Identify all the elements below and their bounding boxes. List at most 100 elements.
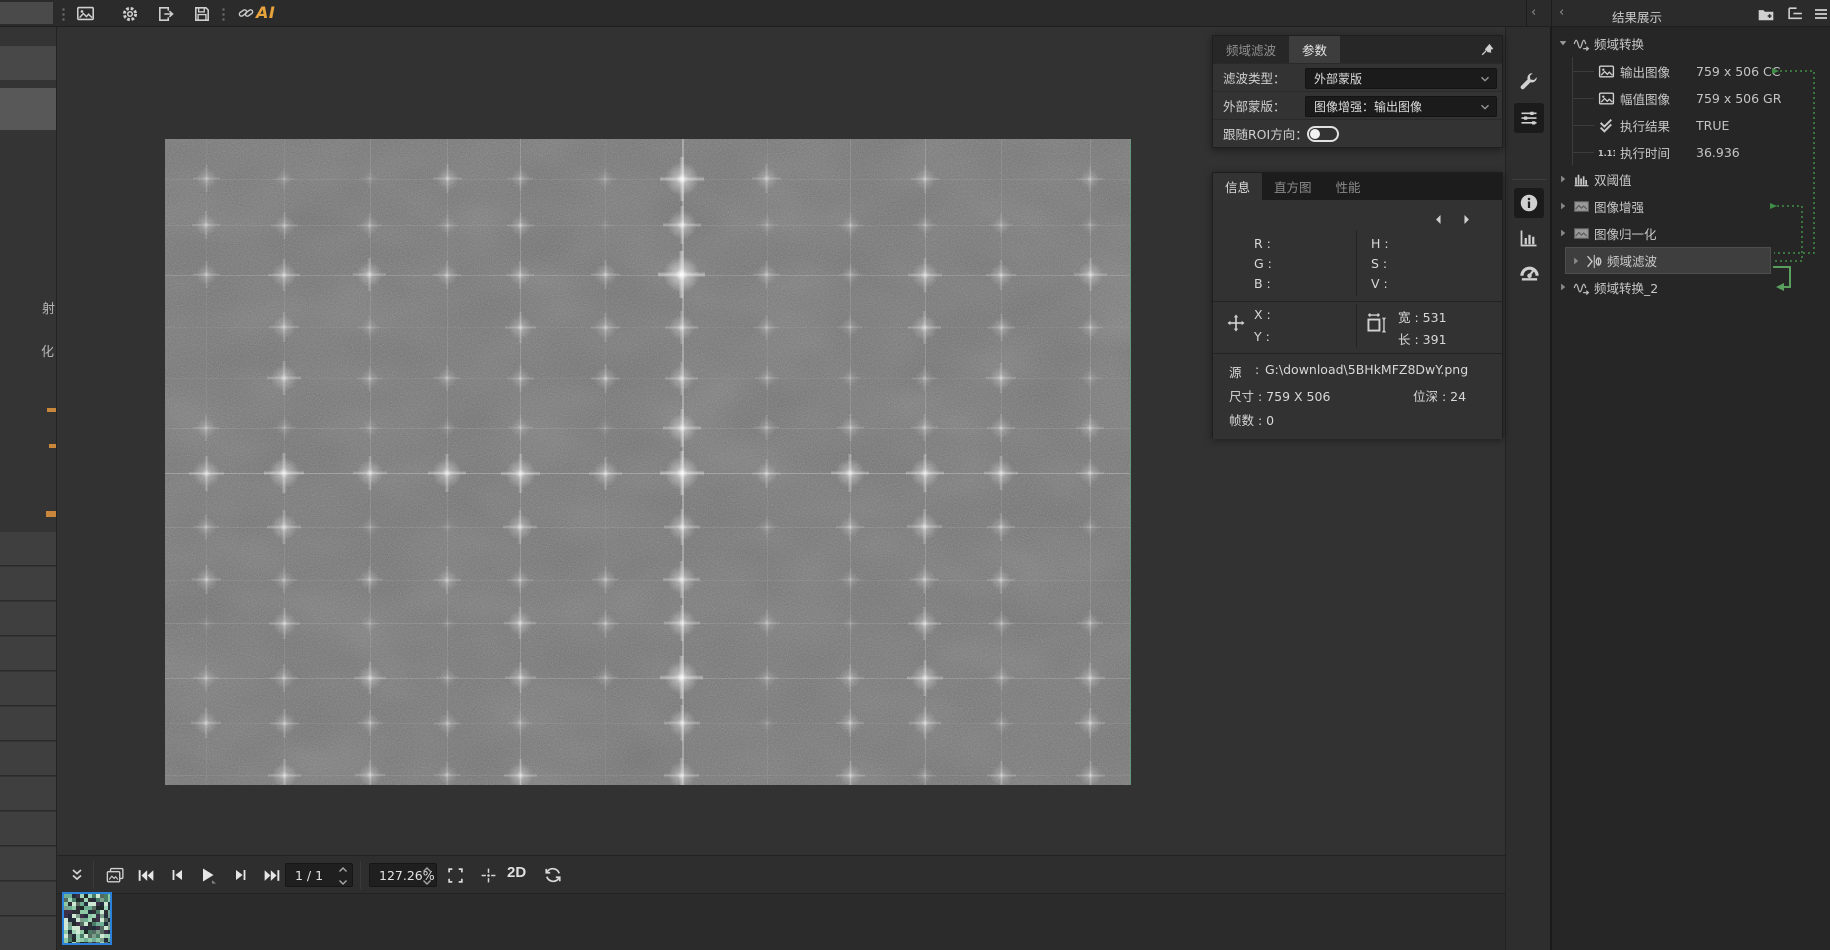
next-page-button[interactable] xyxy=(1459,212,1473,226)
new-folder-button[interactable] xyxy=(1756,4,1775,23)
caret-right-icon[interactable] xyxy=(1557,173,1569,185)
spectrum-star-point xyxy=(911,414,938,441)
tree-item-magnitude-image[interactable]: 幅值图像 759 x 506 GR xyxy=(1552,85,1830,112)
sidebar-table-row[interactable] xyxy=(0,532,56,566)
folder-plus-icon xyxy=(1757,5,1775,23)
sidebar-table-row[interactable] xyxy=(0,882,56,916)
toolbar-placeholder-box xyxy=(0,2,53,24)
play-button[interactable] xyxy=(198,865,218,885)
chain-link-icon xyxy=(238,5,254,21)
fit-fullscreen-button[interactable] xyxy=(445,865,465,885)
panel-menu-button[interactable] xyxy=(1811,4,1830,23)
sidebar-row-selected[interactable] xyxy=(0,88,57,130)
result-panel: 频域转换 输出图像 759 x 506 CC 幅值图像 759 x 506 GR… xyxy=(1551,27,1830,950)
skip-to-start-button[interactable] xyxy=(135,865,155,885)
caret-right-icon[interactable] xyxy=(1557,200,1569,212)
parameters-tool-button[interactable] xyxy=(1514,103,1544,133)
sidebar-table-row[interactable] xyxy=(0,602,56,636)
image-list-button[interactable] xyxy=(105,865,125,885)
toolbar-grip-dots xyxy=(62,7,65,21)
tree-node-freq-transform[interactable]: 频域转换 xyxy=(1552,30,1830,57)
spectrum-star-point xyxy=(836,709,864,737)
tree-item-exec-time[interactable]: 1.11 执行时间 36.936 xyxy=(1552,139,1830,166)
sidebar-table-row[interactable] xyxy=(0,847,56,881)
prev-page-button[interactable] xyxy=(1431,212,1445,226)
tab-histogram[interactable]: 直方图 xyxy=(1262,173,1324,200)
spectrum-star-point xyxy=(837,414,864,441)
spectrum-image[interactable] xyxy=(165,139,1131,785)
follow-roi-toggle[interactable] xyxy=(1307,126,1339,142)
image-size: 尺寸 : 759 X 506 xyxy=(1229,386,1330,405)
spectrum-grid-line xyxy=(165,428,1130,429)
collapse-panel-icon[interactable]: ‹ xyxy=(1559,5,1564,21)
tree-node-double-threshold[interactable]: 双阈值 xyxy=(1552,166,1830,193)
sidebar-table-row[interactable] xyxy=(0,567,56,601)
tab-parameters[interactable]: 参数 xyxy=(1289,36,1340,63)
settings-button[interactable] xyxy=(120,4,139,23)
collapse-strip-icon[interactable]: ‹ xyxy=(1531,5,1536,21)
step-back-button[interactable] xyxy=(167,865,187,885)
caret-right-icon[interactable] xyxy=(1557,227,1569,239)
skip-to-end-button[interactable] xyxy=(262,865,282,885)
spectrum-star-point xyxy=(593,665,618,690)
tree-view-button[interactable] xyxy=(1786,4,1805,23)
tree-node-image-normalize[interactable]: 图像归一化 xyxy=(1552,220,1830,247)
spinner-down-icon[interactable] xyxy=(337,878,349,886)
ai-logo[interactable]: AI xyxy=(238,3,275,22)
zoom-spinner[interactable]: 127.26% xyxy=(369,863,437,887)
pin-panel-button[interactable] xyxy=(1479,41,1496,58)
channel-s-label: S : xyxy=(1371,256,1387,271)
spectrum-star-point xyxy=(663,561,700,598)
spinner-down-icon[interactable] xyxy=(421,878,433,886)
spectrum-star-point xyxy=(506,261,534,289)
channel-b-label: B : xyxy=(1254,276,1271,291)
frame-spinner[interactable]: 1 / 1 xyxy=(285,863,353,887)
tab-freq-filter[interactable]: 频域滤波 xyxy=(1213,36,1289,63)
loop-refresh-button[interactable] xyxy=(543,865,563,885)
tree-node-freq-filter[interactable]: 频域滤波 xyxy=(1565,247,1771,274)
sidebar-table-row[interactable] xyxy=(0,707,56,741)
tree-item-output-image[interactable]: 输出图像 759 x 506 CC xyxy=(1552,58,1830,85)
sidebar-table-row[interactable] xyxy=(0,917,56,950)
filter-type-select[interactable]: 外部蒙版 xyxy=(1305,68,1497,89)
external-mask-select[interactable]: 图像增强：输出图像 xyxy=(1305,96,1497,117)
caret-down-icon[interactable] xyxy=(1557,37,1569,49)
spectrum-star-point xyxy=(591,313,620,342)
tree-node-image-enhance[interactable]: 图像增强 xyxy=(1552,193,1830,220)
spinner-up-icon[interactable] xyxy=(421,866,433,874)
sidebar-table-row[interactable] xyxy=(0,672,56,706)
wrench-tool-button[interactable] xyxy=(1514,67,1544,97)
tree-node-freq-transform-2[interactable]: 频域转换_2 xyxy=(1552,274,1830,301)
spectrum-star-point xyxy=(756,516,778,538)
performance-tool-button[interactable] xyxy=(1514,257,1544,287)
spinner-arrows[interactable] xyxy=(337,866,349,886)
toolbar-grip-dots xyxy=(222,7,225,21)
caret-right-icon[interactable] xyxy=(1570,255,1582,267)
export-button[interactable] xyxy=(156,4,175,23)
step-forward-button[interactable] xyxy=(231,865,251,885)
sidebar-table-row[interactable] xyxy=(0,637,56,671)
channel-r-label: R : xyxy=(1254,236,1271,251)
view-mode-2d-button[interactable]: 2D xyxy=(507,864,526,881)
spinner-up-icon[interactable] xyxy=(337,866,349,874)
spectrum-star-point xyxy=(664,758,699,785)
sidebar-row-highlight[interactable] xyxy=(0,46,57,80)
sidebar-table-row[interactable] xyxy=(0,812,56,846)
tab-performance[interactable]: 性能 xyxy=(1324,173,1373,200)
sidebar-table-row[interactable] xyxy=(0,742,56,776)
sidebar-table-row[interactable] xyxy=(0,777,56,811)
collapse-toolbar-button[interactable] xyxy=(67,865,87,885)
info-tool-button[interactable] xyxy=(1514,188,1544,218)
exec-time-icon: 1.11 xyxy=(1598,144,1615,161)
histogram-tool-button[interactable] xyxy=(1514,223,1544,253)
tree-item-exec-result[interactable]: 执行结果 TRUE xyxy=(1552,112,1830,139)
image-thumbnail-selected[interactable] xyxy=(62,892,112,945)
center-view-button[interactable] xyxy=(478,865,498,885)
spectrum-star-point xyxy=(838,315,862,339)
tab-info[interactable]: 信息 xyxy=(1213,173,1262,200)
open-image-button[interactable] xyxy=(76,4,95,23)
save-button[interactable] xyxy=(192,4,211,23)
spinner-arrows[interactable] xyxy=(421,866,433,886)
spectrum-star-point xyxy=(501,454,540,493)
caret-right-icon[interactable] xyxy=(1557,281,1569,293)
